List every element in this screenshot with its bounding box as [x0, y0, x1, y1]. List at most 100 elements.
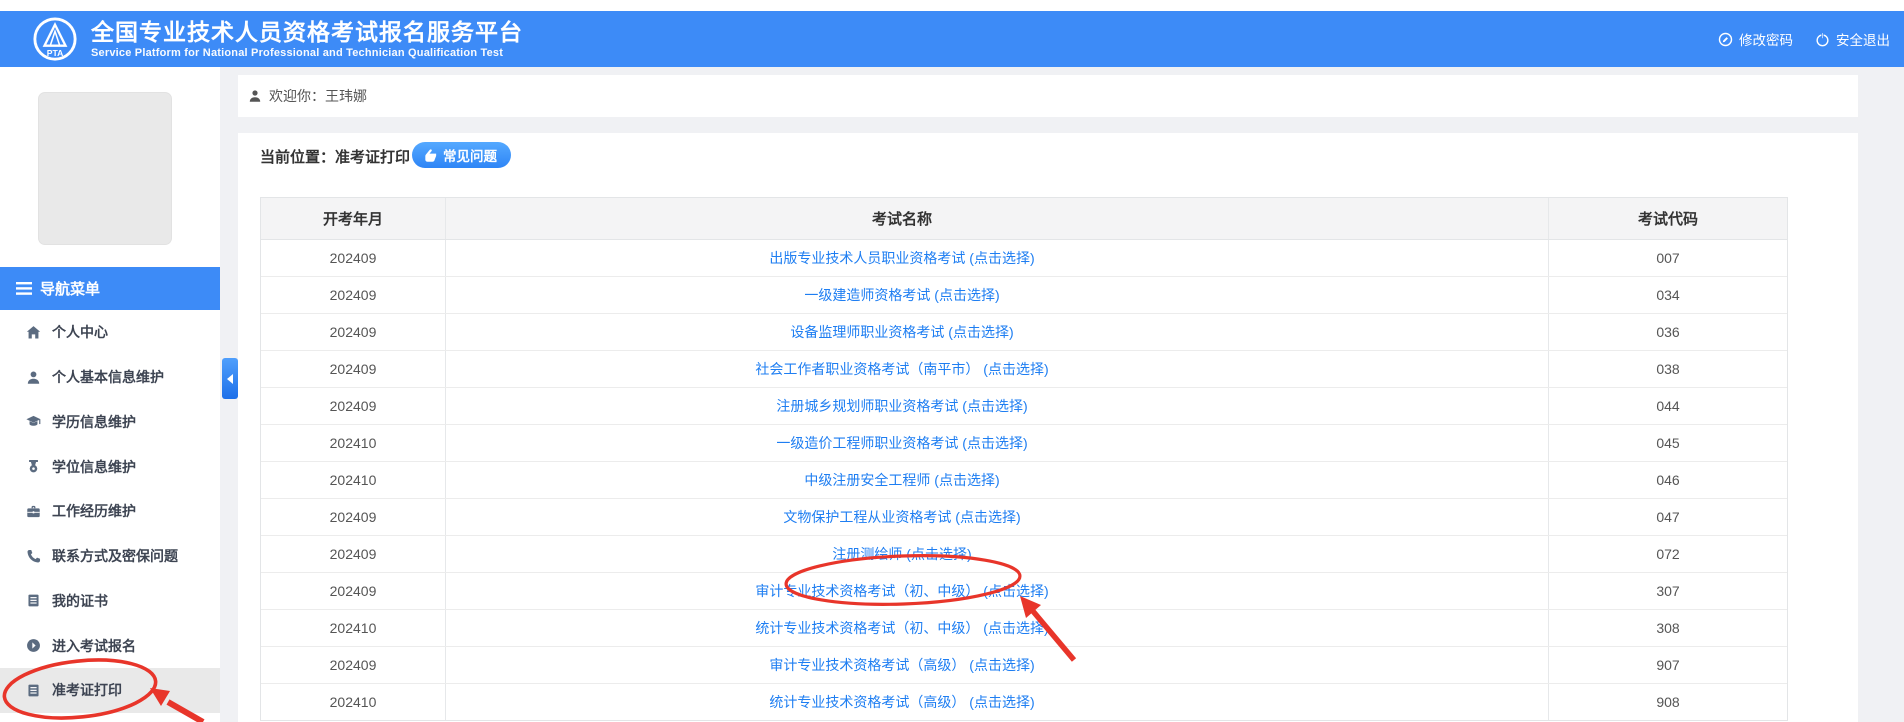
page: PTA 全国专业技术人员资格考试报名服务平台 Service Platform … — [0, 0, 1904, 722]
exam-name-link[interactable]: 统计专业技术资格考试（高级） (点击选择) — [769, 692, 1034, 712]
exam-name-link[interactable]: 统计专业技术资格考试（初、中级） (点击选择) — [755, 618, 1048, 638]
sidebar-item-label: 学位信息维护 — [52, 458, 136, 475]
faq-button[interactable]: 常见问题 — [412, 142, 511, 168]
sidebar-item-my-certificates[interactable]: 我的证书 — [0, 579, 220, 624]
exam-name-link[interactable]: 出版专业技术人员职业资格考试 (点击选择) — [769, 248, 1034, 268]
avatar-placeholder — [38, 92, 172, 245]
exam-month: 202409 — [261, 536, 446, 572]
exam-table-header: 开考年月 考试名称 考试代码 — [261, 198, 1787, 240]
exam-name-link[interactable]: 审计专业技术资格考试（高级） (点击选择) — [769, 655, 1034, 675]
degree-medal-icon — [29, 460, 38, 473]
change-password-link[interactable]: 修改密码 — [1718, 29, 1793, 49]
exam-name-link[interactable]: 一级建造师资格考试 (点击选择) — [804, 285, 999, 305]
sidebar-item-enter-registration[interactable]: 进入考试报名 — [0, 623, 220, 668]
sidebar-item-admission-ticket-print[interactable]: 准考证打印 — [0, 668, 220, 713]
table-row: 202409 出版专业技术人员职业资格考试 (点击选择) 007 — [261, 240, 1787, 277]
edit-pencil-icon — [1718, 32, 1733, 46]
header-actions: 修改密码 安全退出 — [1718, 29, 1890, 49]
exam-month: 202410 — [261, 425, 446, 461]
svg-text:PTA: PTA — [47, 48, 64, 58]
table-row: 202409 注册城乡规划师职业资格考试 (点击选择) 044 — [261, 388, 1787, 425]
graduation-cap-icon — [26, 416, 41, 427]
change-password-label: 修改密码 — [1739, 33, 1793, 48]
nav-list: 个人中心 个人基本信息维护 学历信息维护 学位信息维护 工作经历维护 联系方式及… — [0, 310, 220, 713]
exam-code: 044 — [1656, 398, 1680, 414]
table-row-annotated: 202409 审计专业技术资格考试（初、中级） (点击选择) 307 — [261, 573, 1787, 610]
app-title: 全国专业技术人员资格考试报名服务平台 — [91, 19, 523, 45]
exam-month: 202409 — [261, 277, 446, 313]
table-row: 202410 统计专业技术资格考试（高级） (点击选择) 908 — [261, 684, 1787, 720]
table-row: 202409 设备监理师职业资格考试 (点击选择) 036 — [261, 314, 1787, 351]
column-header-code: 考试代码 — [1637, 211, 1698, 228]
table-row: 202410 一级造价工程师职业资格考试 (点击选择) 045 — [261, 425, 1787, 462]
exam-code: 007 — [1656, 250, 1680, 266]
exam-code: 907 — [1656, 657, 1680, 673]
faq-button-label: 常见问题 — [443, 149, 497, 164]
sidebar-item-label: 个人中心 — [52, 324, 108, 341]
exam-month: 202410 — [261, 684, 446, 720]
power-icon — [1816, 31, 1829, 46]
exam-name-link[interactable]: 中级注册安全工程师 (点击选择) — [804, 470, 999, 490]
person-icon — [249, 90, 261, 102]
exam-code: 908 — [1656, 694, 1680, 710]
exam-name-link[interactable]: 注册城乡规划师职业资格考试 (点击选择) — [776, 396, 1027, 416]
exam-month: 202410 — [261, 610, 446, 646]
sidebar-item-label: 我的证书 — [52, 592, 108, 609]
logout-label: 安全退出 — [1836, 33, 1890, 48]
exam-name-link[interactable]: 社会工作者职业资格考试（南平市） (点击选择) — [755, 359, 1048, 379]
table-row: 202409 审计专业技术资格考试（高级） (点击选择) 907 — [261, 647, 1787, 684]
table-row: 202409 文物保护工程从业资格考试 (点击选择) 047 — [261, 499, 1787, 536]
exam-code: 307 — [1656, 583, 1680, 599]
table-row: 202409 社会工作者职业资格考试（南平市） (点击选择) 038 — [261, 351, 1787, 388]
pta-logo-icon: PTA — [33, 17, 77, 61]
exam-name-link[interactable]: 设备监理师职业资格考试 (点击选择) — [790, 322, 1013, 342]
breadcrumb: 当前位置：准考证打印 — [260, 149, 411, 166]
sidebar-collapse-handle[interactable] — [222, 358, 238, 399]
exam-name-link[interactable]: 一级造价工程师职业资格考试 (点击选择) — [776, 433, 1027, 453]
sidebar-item-contact-security[interactable]: 联系方式及密保问题 — [0, 534, 220, 579]
exam-table: 开考年月 考试名称 考试代码 202409 出版专业技术人员职业资格考试 (点击… — [260, 197, 1788, 721]
exam-month: 202409 — [261, 240, 446, 276]
exam-code: 034 — [1656, 287, 1680, 303]
certificate-icon — [28, 594, 39, 607]
exam-month: 202409 — [261, 388, 446, 424]
sidebar-item-degree-info[interactable]: 学位信息维护 — [0, 444, 220, 489]
nav-menu-header: 导航菜单 — [0, 267, 220, 310]
exam-code: 038 — [1656, 361, 1680, 377]
sidebar-item-label: 学历信息维护 — [52, 413, 136, 430]
pointing-hand-icon — [425, 148, 437, 162]
sidebar-item-label: 工作经历维护 — [52, 503, 136, 520]
user-icon — [27, 371, 40, 384]
welcome-text: 欢迎你：王玮娜 — [269, 88, 367, 104]
sidebar-item-personal-center[interactable]: 个人中心 — [0, 310, 220, 355]
column-header-name: 考试名称 — [446, 198, 1549, 239]
table-row: 202409 注册测绘师 (点击选择) 072 — [261, 536, 1787, 573]
main-panel: 当前位置：准考证打印 常见问题 开考年月 考试名称 考试代码 202409 出版… — [238, 133, 1858, 722]
exam-month: 202409 — [261, 499, 446, 535]
sidebar-item-work-history[interactable]: 工作经历维护 — [0, 489, 220, 534]
table-row: 202409 一级建造师资格考试 (点击选择) 034 — [261, 277, 1787, 314]
exam-month: 202409 — [261, 573, 446, 609]
sidebar-item-label: 个人基本信息维护 — [52, 369, 164, 386]
sidebar-item-label: 进入考试报名 — [52, 637, 136, 654]
exam-code: 046 — [1656, 472, 1680, 488]
exam-name-link[interactable]: 审计专业技术资格考试（初、中级） (点击选择) — [755, 581, 1048, 601]
exam-code: 047 — [1656, 509, 1680, 525]
exam-code: 308 — [1656, 620, 1680, 636]
logout-link[interactable]: 安全退出 — [1815, 29, 1890, 49]
column-header-month: 开考年月 — [261, 198, 446, 239]
sidebar-item-basic-info[interactable]: 个人基本信息维护 — [0, 355, 220, 400]
table-row: 202410 统计专业技术资格考试（初、中级） (点击选择) 308 — [261, 610, 1787, 647]
phone-icon — [27, 549, 41, 563]
exam-month: 202409 — [261, 647, 446, 683]
enter-arrow-icon — [27, 639, 40, 653]
home-icon — [26, 326, 41, 339]
sidebar-item-education-info[interactable]: 学历信息维护 — [0, 400, 220, 445]
exam-code: 072 — [1656, 546, 1680, 562]
exam-month: 202409 — [261, 314, 446, 350]
exam-name-link[interactable]: 文物保护工程从业资格考试 (点击选择) — [783, 507, 1020, 527]
exam-month: 202410 — [261, 462, 446, 498]
sidebar-item-label: 联系方式及密保问题 — [52, 548, 178, 565]
exam-name-link[interactable]: 注册测绘师 (点击选择) — [832, 544, 971, 564]
hamburger-menu-icon — [16, 282, 32, 295]
